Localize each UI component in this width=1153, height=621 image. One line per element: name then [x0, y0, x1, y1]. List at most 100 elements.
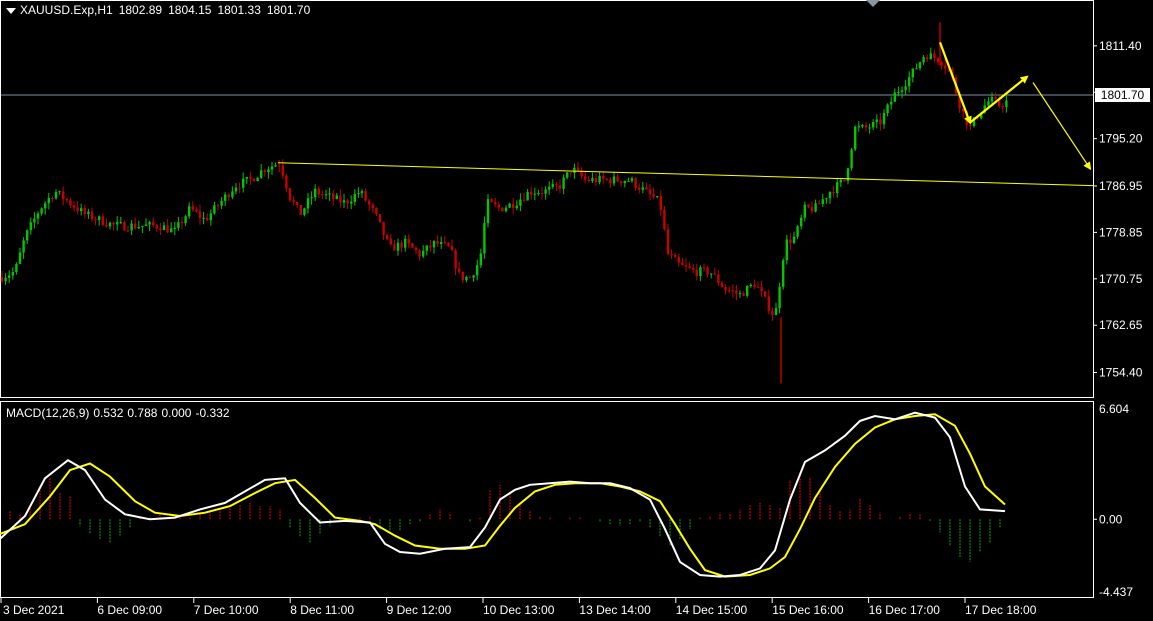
- bear-candle: [555, 184, 558, 186]
- bull-candle: [882, 113, 886, 125]
- bull-candle: [562, 177, 565, 189]
- bull-candle: [566, 172, 569, 178]
- bull-candle: [177, 222, 180, 228]
- bear-candle: [864, 125, 868, 128]
- bear-candle: [0, 277, 4, 282]
- bull-candle: [483, 223, 486, 254]
- bear-candle: [105, 225, 108, 227]
- bear-candle: [501, 207, 504, 212]
- bear-candle: [461, 271, 464, 281]
- bear-candle: [681, 262, 684, 266]
- bull-candle: [80, 208, 83, 212]
- bull-candle: [162, 225, 166, 231]
- candlesticks: [0, 22, 1008, 384]
- bear-candle: [378, 214, 382, 222]
- bull-candle: [641, 187, 644, 190]
- bull-candle: [98, 216, 101, 220]
- bull-candle: [270, 166, 274, 170]
- bear-candle: [454, 250, 457, 269]
- bull-candle: [872, 121, 875, 128]
- bull-candle: [422, 250, 425, 257]
- bear-candle: [724, 287, 727, 291]
- bear-candle: [767, 296, 770, 312]
- bear-candle: [540, 193, 544, 195]
- bull-candle: [900, 90, 904, 92]
- bear-candle: [602, 175, 605, 180]
- bear-candle: [695, 269, 698, 277]
- bear-candle: [206, 217, 209, 221]
- bear-candle: [764, 291, 767, 297]
- bear-candle: [94, 219, 97, 221]
- bull-candle: [404, 238, 407, 248]
- bull-candle: [173, 227, 176, 229]
- bear-candle: [126, 230, 130, 232]
- bear-candle: [713, 273, 716, 275]
- bear-candle: [569, 172, 572, 174]
- bear-candle: [90, 211, 94, 220]
- dropdown-triangle-icon[interactable]: [6, 7, 16, 14]
- macd-value-1: 0.532: [93, 406, 124, 420]
- bear-candle: [648, 189, 652, 195]
- bull-candle: [627, 180, 630, 182]
- chart-shift-marker-icon[interactable]: [866, 0, 880, 7]
- bear-candle: [159, 228, 162, 231]
- price-label: 1795.20: [1099, 132, 1143, 146]
- bear-candle: [263, 170, 266, 172]
- bear-candle: [1001, 106, 1004, 108]
- bull-candle: [11, 272, 14, 276]
- trendline[interactable]: [277, 162, 1094, 187]
- bear-candle: [83, 208, 86, 215]
- bear-candle: [317, 188, 320, 195]
- bear-candle: [728, 290, 731, 292]
- bear-candle: [227, 194, 230, 198]
- bull-candle: [854, 126, 857, 150]
- bull-candle: [440, 241, 443, 244]
- bull-candle: [821, 199, 824, 204]
- bear-candle: [494, 202, 497, 205]
- trading-chart[interactable]: 1811.401803.301795.201786.951778.851770.…: [0, 0, 1153, 621]
- bull-candle: [710, 273, 713, 275]
- bull-candle: [598, 175, 601, 183]
- time-label: 16 Dec 17:00: [869, 603, 941, 617]
- bear-candle: [936, 57, 940, 63]
- bull-candle: [857, 126, 860, 128]
- bear-candle: [285, 175, 288, 189]
- projection-arrow[interactable]: [969, 75, 1029, 124]
- bear-candle: [807, 204, 810, 208]
- bull-candle: [310, 197, 313, 199]
- bear-candle: [717, 274, 720, 284]
- bull-candle: [29, 222, 32, 231]
- bull-candle: [267, 169, 270, 172]
- bull-candle: [324, 194, 328, 196]
- bull-candle: [188, 206, 191, 217]
- bull-candle: [839, 180, 842, 183]
- bear-candle: [753, 284, 756, 287]
- bear-candle: [616, 176, 619, 182]
- time-label: 13 Dec 14:00: [579, 603, 651, 617]
- bear-candle: [155, 225, 158, 229]
- projection-arrow[interactable]: [938, 42, 972, 125]
- high-value: 1804.15: [168, 3, 212, 17]
- bear-candle: [735, 290, 738, 294]
- bear-candle: [198, 211, 202, 218]
- bull-candle: [425, 245, 428, 251]
- bull-candle: [8, 275, 11, 278]
- bull-candle: [526, 191, 529, 201]
- trend-drawings[interactable]: [277, 42, 1094, 187]
- bear-candle: [666, 229, 670, 255]
- bear-candle: [450, 246, 454, 251]
- bull-candle: [782, 260, 785, 287]
- time-axis: 3 Dec 2021 6 Dec 09:00 7 Dec 10:00 8 Dec 11…: [0, 598, 1037, 617]
- bear-candle: [386, 234, 389, 239]
- bear-candle: [393, 244, 396, 251]
- bear-candle: [418, 250, 421, 257]
- bull-candle: [144, 224, 148, 226]
- bull-candle: [335, 195, 338, 199]
- bear-candle: [576, 167, 580, 171]
- macd-axis-label: 0.00: [1099, 512, 1123, 526]
- macd-value-3: 0.000: [161, 406, 192, 420]
- bear-candle: [594, 178, 598, 183]
- bear-candle: [371, 204, 374, 209]
- bull-candle: [328, 193, 331, 195]
- price-label: 1811.40: [1099, 39, 1142, 53]
